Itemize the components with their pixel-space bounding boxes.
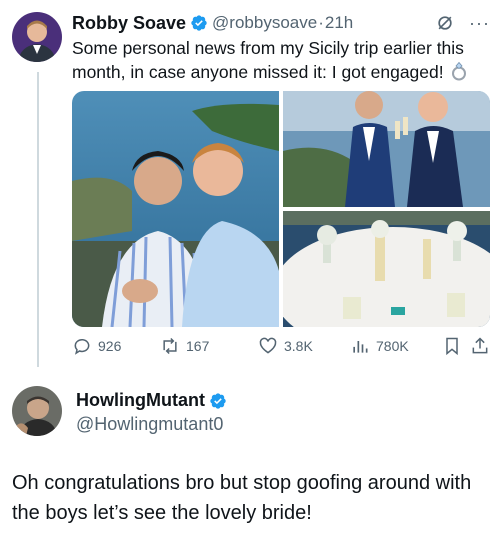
photo-selfie[interactable] (72, 91, 279, 327)
author-avatar[interactable] (12, 12, 62, 62)
like-button[interactable]: 3.8K (258, 336, 342, 356)
repost-icon (163, 337, 177, 355)
views-button[interactable]: 780K (350, 336, 442, 356)
thread-connector-line (37, 72, 39, 367)
share-button[interactable] (470, 336, 490, 356)
share-icon (472, 337, 488, 354)
bookmark-icon (446, 337, 458, 356)
reply-author-name-row: HowlingMutant (76, 390, 227, 411)
author-handle[interactable]: @robbysoave (212, 13, 317, 33)
reply-verified-badge-icon (209, 392, 227, 410)
grok-icon[interactable] (435, 13, 455, 33)
reply-count: 926 (98, 338, 122, 354)
reply-button[interactable]: 926 (72, 336, 152, 356)
more-options-icon[interactable]: ··· (469, 14, 490, 32)
views-count: 780K (376, 338, 409, 354)
photo-couple-standing[interactable] (283, 91, 490, 207)
bookmark-button[interactable] (442, 336, 462, 356)
views-chart-icon (353, 341, 368, 353)
heart-icon (259, 337, 277, 354)
reply-author-name[interactable]: HowlingMutant (76, 390, 205, 411)
author-name[interactable]: Robby Soave (72, 13, 186, 34)
tweet-body: Some personal news from my Sicily trip e… (72, 38, 464, 82)
tweet-timestamp[interactable]: 21h (325, 13, 353, 33)
verified-badge-icon (190, 14, 208, 32)
photo-table-setting[interactable] (283, 211, 490, 327)
repost-button[interactable]: 167 (160, 336, 250, 356)
media-grid[interactable] (72, 91, 490, 327)
tweet-text: Some personal news from my Sicily trip e… (72, 36, 492, 84)
reply-icon (74, 339, 90, 355)
tweet-header: Robby Soave @robbysoave · 21h ··· (72, 10, 490, 36)
reply-author-avatar[interactable] (12, 386, 62, 436)
reply-author-handle[interactable]: @Howlingmutant0 (76, 414, 223, 435)
separator-dot: · (318, 13, 324, 32)
ring-icon (449, 61, 469, 81)
repost-count: 167 (186, 338, 210, 354)
reply-text: Oh congratulations bro but stop goofing … (12, 472, 472, 524)
like-count: 3.8K (284, 338, 313, 354)
tweet-action-bar: 926 167 3.8K 780K (72, 334, 490, 358)
